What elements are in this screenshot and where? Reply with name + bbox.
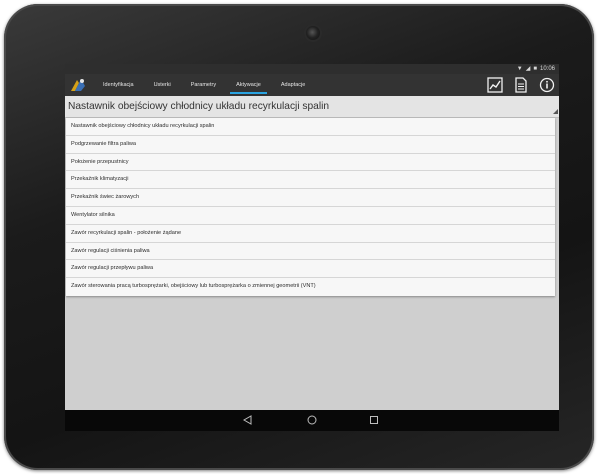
resize-corner-icon xyxy=(553,109,558,114)
list-item[interactable]: Przekaźnik klimatyzacji xyxy=(66,171,555,190)
list-item[interactable]: Wentylator silnika xyxy=(66,207,555,225)
recents-square-icon[interactable] xyxy=(368,414,380,426)
home-circle-icon[interactable] xyxy=(306,414,318,426)
list-item[interactable]: Przekaźnik świec żarowych xyxy=(66,189,555,207)
list-item[interactable]: Zawór regulacji przepływu paliwa xyxy=(66,260,555,279)
list-item[interactable]: Zawór sterowania pracą turbosprężarki, o… xyxy=(66,278,555,296)
app-logo-icon xyxy=(71,79,85,91)
tablet-frame: ▼ ◢ ■ 10:06 Identyfikacja Usterki Parame… xyxy=(4,4,594,470)
system-nav-bar xyxy=(65,410,559,431)
status-icons: ▼ ◢ ■ 10:06 xyxy=(517,65,555,73)
status-time: 10:06 xyxy=(539,66,555,72)
back-triangle-icon[interactable] xyxy=(242,414,254,426)
info-icon[interactable] xyxy=(539,77,555,93)
tab-usterki[interactable]: Usterki xyxy=(144,74,181,96)
list-item[interactable]: Zawór recyrkulacji spalin - położenie żą… xyxy=(66,225,555,243)
signal-icon: ◢ xyxy=(525,66,531,72)
status-bar: ▼ ◢ ■ 10:06 xyxy=(65,64,559,74)
document-icon[interactable] xyxy=(513,77,529,93)
toolbar-icons xyxy=(487,77,555,93)
battery-icon: ■ xyxy=(533,66,537,72)
tab-aktywacje[interactable]: Aktywacje xyxy=(226,74,271,96)
list-item[interactable]: Położenie przepustnicy xyxy=(66,154,555,172)
tab-parametry[interactable]: Parametry xyxy=(181,74,226,96)
app-top-bar: Identyfikacja Usterki Parametry Aktywacj… xyxy=(65,74,559,96)
line-chart-icon[interactable] xyxy=(487,77,503,93)
activation-list: Nastawnik obejściowy chłodnicy układu re… xyxy=(66,118,555,296)
front-camera xyxy=(306,26,320,40)
tab-identyfikacja[interactable]: Identyfikacja xyxy=(93,74,144,96)
screen: ▼ ◢ ■ 10:06 Identyfikacja Usterki Parame… xyxy=(65,64,559,431)
tab-bar: Identyfikacja Usterki Parametry Aktywacj… xyxy=(93,74,315,96)
list-item[interactable]: Nastawnik obejściowy chłodnicy układu re… xyxy=(66,118,555,136)
wifi-icon: ▼ xyxy=(516,66,523,72)
tab-adaptacje[interactable]: Adaptacje xyxy=(271,74,315,96)
list-item[interactable]: Podgrzewanie filtra paliwa xyxy=(66,136,555,154)
list-item[interactable]: Zawór regulacji ciśnienia paliwa xyxy=(66,243,555,261)
page-title: Nastawnik obejściowy chłodnicy układu re… xyxy=(65,96,559,118)
